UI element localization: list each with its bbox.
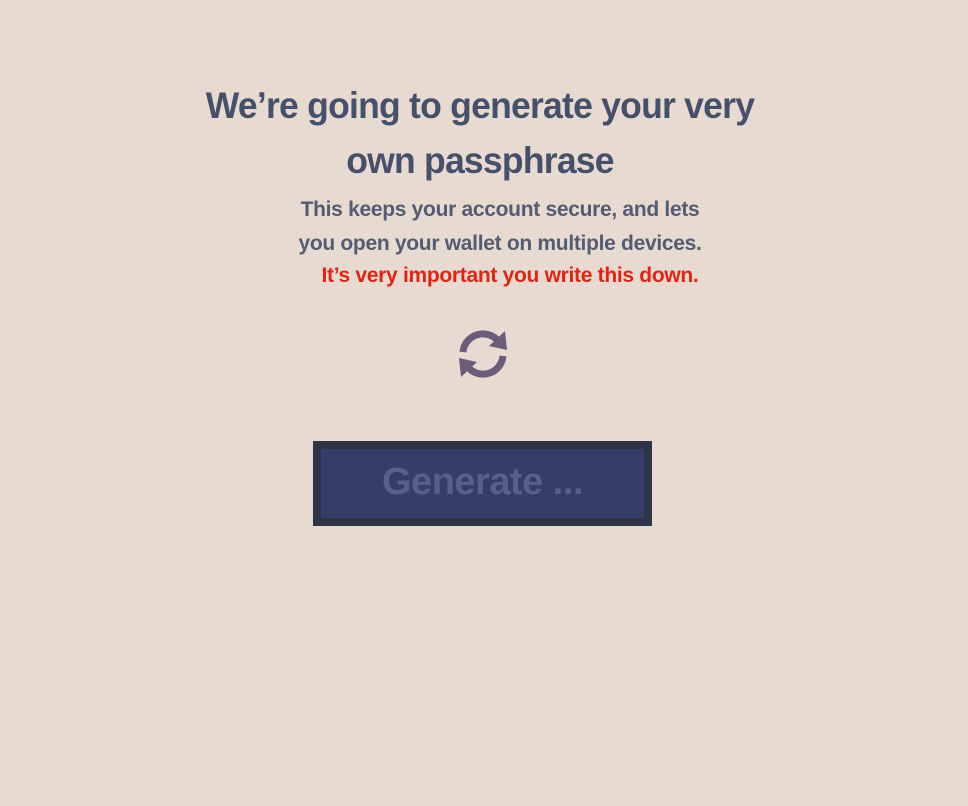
description-text: This keeps your account secure, and lets… [298, 198, 702, 255]
refresh-icon-graphic [459, 330, 507, 378]
refresh-icon[interactable] [455, 326, 511, 382]
page-title: We’re going to generate your very own pa… [205, 85, 755, 181]
warning-text: It’s very important you write this down. [321, 264, 699, 287]
generate-button[interactable]: Generate ... [313, 441, 652, 526]
